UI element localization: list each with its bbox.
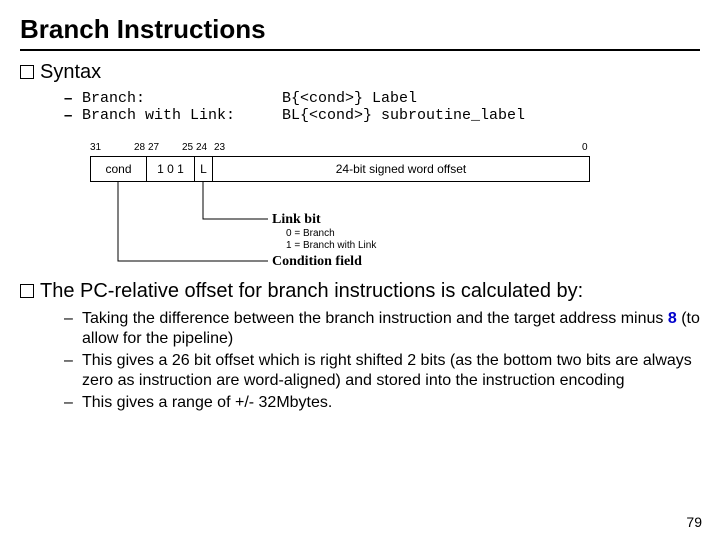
bullet-text: Taking the difference between the branch…: [82, 309, 700, 349]
syntax-heading: Syntax: [20, 61, 700, 84]
list-item: – This gives a 26 bit offset which is ri…: [64, 351, 700, 391]
bit-label: 0: [582, 142, 588, 153]
dash-bullet: –: [64, 393, 82, 413]
field-linkbit: L: [195, 157, 213, 181]
pcrel-heading-text: The PC-relative offset for branch instru…: [40, 280, 583, 302]
syntax-row: – Branch: B{<cond>} Label: [64, 90, 700, 107]
highlight-8: 8: [668, 310, 677, 327]
syntax-label: Branch:: [82, 90, 282, 107]
annotation-area: Link bit 0 = Branch 1 = Branch with Link…: [90, 182, 700, 274]
bullet-box-icon: [20, 65, 34, 79]
text-part: Taking the difference between the branch…: [82, 310, 668, 327]
linkbit-value-0: 0 = Branch: [286, 228, 376, 240]
bullet-box-icon: [20, 284, 34, 298]
syntax-block: – Branch: B{<cond>} Label – Branch with …: [64, 90, 700, 124]
field-cond: cond: [91, 157, 147, 181]
encoding-row: cond 1 0 1 L 24-bit signed word offset: [90, 156, 590, 182]
syntax-row: – Branch with Link: BL{<cond>} subroutin…: [64, 107, 700, 124]
field-opcode: 1 0 1: [147, 157, 195, 181]
bit-label: 25: [182, 142, 193, 153]
syntax-code: BL{<cond>} subroutine_label: [282, 107, 700, 124]
bit-label: 27: [148, 142, 159, 153]
syntax-code: B{<cond>} Label: [282, 90, 700, 107]
dash-bullet: –: [64, 351, 82, 391]
page-number: 79: [686, 514, 702, 530]
linkbit-values: 0 = Branch 1 = Branch with Link: [286, 228, 376, 252]
bit-label: 24: [196, 142, 207, 153]
bit-label: 23: [214, 142, 225, 153]
field-offset: 24-bit signed word offset: [213, 157, 589, 181]
bit-label: 28: [134, 142, 145, 153]
bullet-text: This gives a range of +/- 32Mbytes.: [82, 393, 700, 413]
pcrel-bullets: – Taking the difference between the bran…: [64, 309, 700, 413]
list-item: – Taking the difference between the bran…: [64, 309, 700, 349]
instruction-diagram: 31 28 27 25 24 23 0 cond 1 0 1 L 24-bit …: [90, 142, 700, 274]
page-title: Branch Instructions: [20, 14, 700, 51]
bit-numbers: 31 28 27 25 24 23 0: [90, 142, 700, 156]
dash-bullet: –: [64, 309, 82, 349]
bullet-text: This gives a 26 bit offset which is righ…: [82, 351, 700, 391]
syntax-label: Branch with Link:: [82, 107, 282, 124]
pcrel-heading: The PC-relative offset for branch instru…: [20, 280, 700, 303]
dash-bullet: –: [64, 90, 82, 107]
linkbit-label: Link bit: [272, 212, 321, 228]
list-item: – This gives a range of +/- 32Mbytes.: [64, 393, 700, 413]
syntax-heading-text: Syntax: [40, 61, 101, 83]
condfield-label: Condition field: [272, 254, 362, 270]
bit-label: 31: [90, 142, 101, 153]
linkbit-value-1: 1 = Branch with Link: [286, 240, 376, 252]
dash-bullet: –: [64, 107, 82, 124]
